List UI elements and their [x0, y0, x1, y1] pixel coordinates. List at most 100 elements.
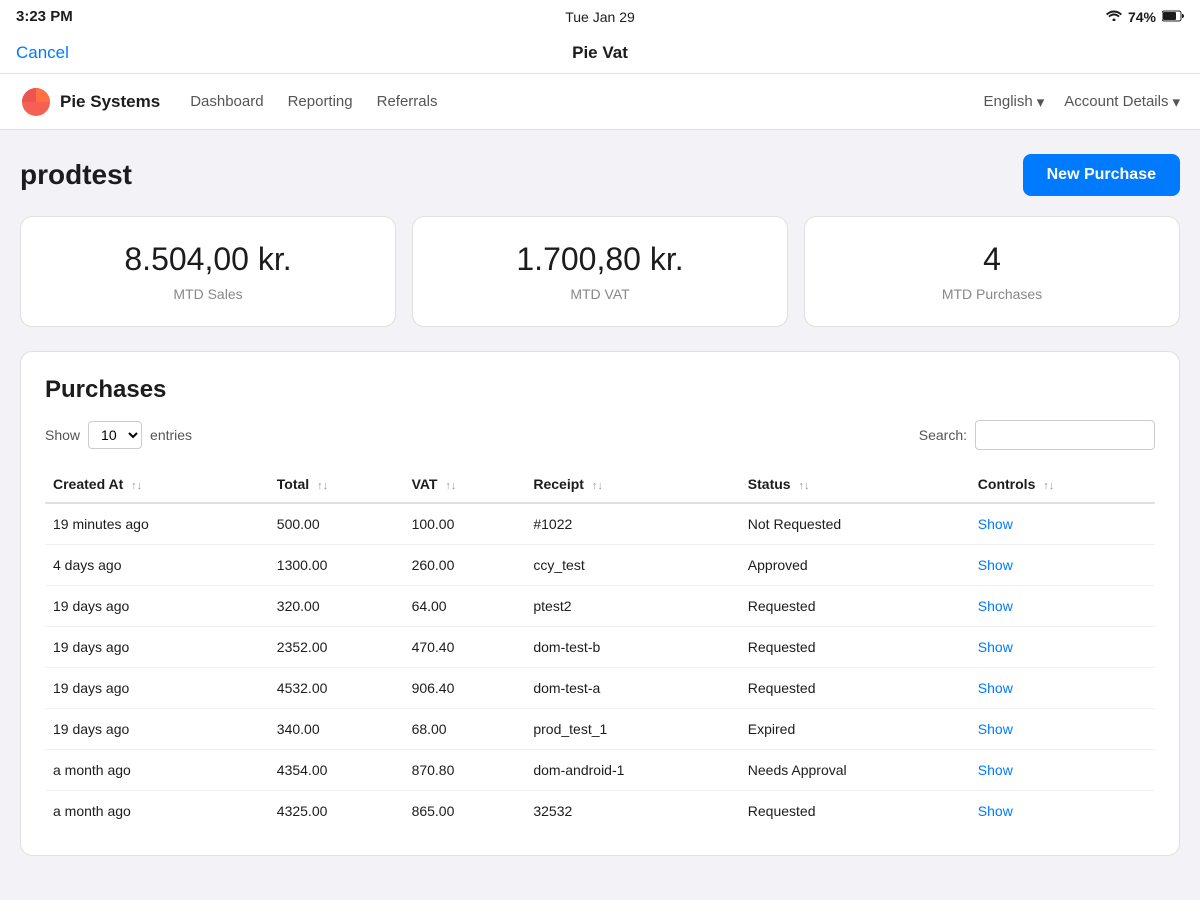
account-name-heading: prodtest: [20, 159, 132, 191]
table-header-row: Created At ↑↓ Total ↑↓ VAT ↑↓ Receipt ↑↓: [45, 466, 1155, 503]
mtd-sales-value: 8.504,00 kr.: [45, 241, 371, 278]
sort-icon-vat[interactable]: ↑↓: [445, 480, 456, 492]
cell-status: Requested: [740, 627, 970, 668]
mtd-vat-value: 1.700,80 kr.: [437, 241, 763, 278]
cell-controls[interactable]: Show: [970, 791, 1155, 832]
cell-created-at: 19 minutes ago: [45, 503, 269, 545]
nav-right: English ▾ Account Details ▾: [984, 93, 1180, 111]
cell-controls[interactable]: Show: [970, 750, 1155, 791]
show-link[interactable]: Show: [978, 721, 1013, 737]
language-dropdown[interactable]: English ▾: [984, 93, 1045, 111]
cell-total: 320.00: [269, 586, 404, 627]
cell-receipt: ptest2: [525, 586, 739, 627]
cell-controls[interactable]: Show: [970, 627, 1155, 668]
page-title: Pie Vat: [572, 43, 628, 63]
cell-controls[interactable]: Show: [970, 545, 1155, 586]
entries-label: entries: [150, 427, 192, 443]
col-total: Total ↑↓: [269, 466, 404, 503]
stats-row: 8.504,00 kr. MTD Sales 1.700,80 kr. MTD …: [20, 216, 1180, 327]
show-link[interactable]: Show: [978, 598, 1013, 614]
purchases-table: Created At ↑↓ Total ↑↓ VAT ↑↓ Receipt ↑↓: [45, 466, 1155, 831]
cell-status: Requested: [740, 586, 970, 627]
show-link[interactable]: Show: [978, 557, 1013, 573]
status-time: 3:23 PM: [16, 8, 73, 25]
show-link[interactable]: Show: [978, 639, 1013, 655]
cell-controls[interactable]: Show: [970, 668, 1155, 709]
cell-total: 1300.00: [269, 545, 404, 586]
account-details-dropdown[interactable]: Account Details ▾: [1064, 93, 1180, 111]
cell-vat: 64.00: [404, 586, 526, 627]
show-label: Show: [45, 427, 80, 443]
wifi-icon: [1106, 9, 1122, 24]
stat-card-mtd-purchases: 4 MTD Purchases: [804, 216, 1180, 327]
cell-controls[interactable]: Show: [970, 586, 1155, 627]
nav-referrals[interactable]: Referrals: [377, 93, 438, 110]
cell-status: Requested: [740, 668, 970, 709]
col-controls: Controls ↑↓: [970, 466, 1155, 503]
cancel-button[interactable]: Cancel: [16, 43, 69, 63]
cell-receipt: ccy_test: [525, 545, 739, 586]
sort-icon-receipt[interactable]: ↑↓: [592, 480, 603, 492]
col-receipt: Receipt ↑↓: [525, 466, 739, 503]
main-nav: Pie Systems Dashboard Reporting Referral…: [0, 74, 1200, 130]
table-row: a month ago 4325.00 865.00 32532 Request…: [45, 791, 1155, 832]
show-link[interactable]: Show: [978, 516, 1013, 532]
cell-controls[interactable]: Show: [970, 709, 1155, 750]
mtd-sales-label: MTD Sales: [45, 286, 371, 302]
search-area: Search:: [919, 420, 1155, 450]
cell-vat: 260.00: [404, 545, 526, 586]
sort-icon-total[interactable]: ↑↓: [317, 480, 328, 492]
table-row: 19 minutes ago 500.00 100.00 #1022 Not R…: [45, 503, 1155, 545]
table-row: 19 days ago 340.00 68.00 prod_test_1 Exp…: [45, 709, 1155, 750]
cell-total: 4532.00: [269, 668, 404, 709]
show-link[interactable]: Show: [978, 680, 1013, 696]
cell-vat: 870.80: [404, 750, 526, 791]
show-entries-control: Show 10 25 50 entries: [45, 421, 192, 449]
cell-status: Approved: [740, 545, 970, 586]
stat-card-mtd-vat: 1.700,80 kr. MTD VAT: [412, 216, 788, 327]
entries-select[interactable]: 10 25 50: [88, 421, 142, 449]
cell-created-at: a month ago: [45, 791, 269, 832]
cell-created-at: 19 days ago: [45, 709, 269, 750]
col-vat: VAT ↑↓: [404, 466, 526, 503]
logo-text: Pie Systems: [60, 92, 160, 112]
cell-receipt: prod_test_1: [525, 709, 739, 750]
nav-reporting[interactable]: Reporting: [288, 93, 353, 110]
purchases-section: Purchases Show 10 25 50 entries Search:: [20, 351, 1180, 856]
sort-icon-created-at[interactable]: ↑↓: [131, 480, 142, 492]
nav-links: Dashboard Reporting Referrals: [190, 93, 983, 110]
sort-icon-status[interactable]: ↑↓: [798, 480, 809, 492]
new-purchase-button[interactable]: New Purchase: [1023, 154, 1180, 196]
search-input[interactable]: [975, 420, 1155, 450]
cell-receipt: dom-test-a: [525, 668, 739, 709]
col-created-at: Created At ↑↓: [45, 466, 269, 503]
sort-icon-controls[interactable]: ↑↓: [1043, 480, 1054, 492]
table-row: 19 days ago 4532.00 906.40 dom-test-a Re…: [45, 668, 1155, 709]
show-link[interactable]: Show: [978, 803, 1013, 819]
cell-vat: 68.00: [404, 709, 526, 750]
chevron-down-icon: ▾: [1037, 93, 1045, 111]
battery-icon: [1162, 9, 1184, 25]
stat-card-mtd-sales: 8.504,00 kr. MTD Sales: [20, 216, 396, 327]
cell-status: Not Requested: [740, 503, 970, 545]
col-status: Status ↑↓: [740, 466, 970, 503]
show-link[interactable]: Show: [978, 762, 1013, 778]
table-row: 4 days ago 1300.00 260.00 ccy_test Appro…: [45, 545, 1155, 586]
page-header: prodtest New Purchase: [20, 154, 1180, 196]
mtd-vat-label: MTD VAT: [437, 286, 763, 302]
purchases-title: Purchases: [45, 376, 1155, 404]
cell-created-at: 19 days ago: [45, 627, 269, 668]
cell-status: Requested: [740, 791, 970, 832]
cell-vat: 470.40: [404, 627, 526, 668]
nav-dashboard[interactable]: Dashboard: [190, 93, 263, 110]
cell-receipt: 32532: [525, 791, 739, 832]
cell-total: 2352.00: [269, 627, 404, 668]
table-row: 19 days ago 2352.00 470.40 dom-test-b Re…: [45, 627, 1155, 668]
cell-controls[interactable]: Show: [970, 503, 1155, 545]
cell-vat: 865.00: [404, 791, 526, 832]
chevron-down-icon: ▾: [1172, 93, 1180, 111]
search-label: Search:: [919, 427, 967, 443]
cell-created-at: a month ago: [45, 750, 269, 791]
cell-vat: 906.40: [404, 668, 526, 709]
table-controls: Show 10 25 50 entries Search:: [45, 420, 1155, 450]
